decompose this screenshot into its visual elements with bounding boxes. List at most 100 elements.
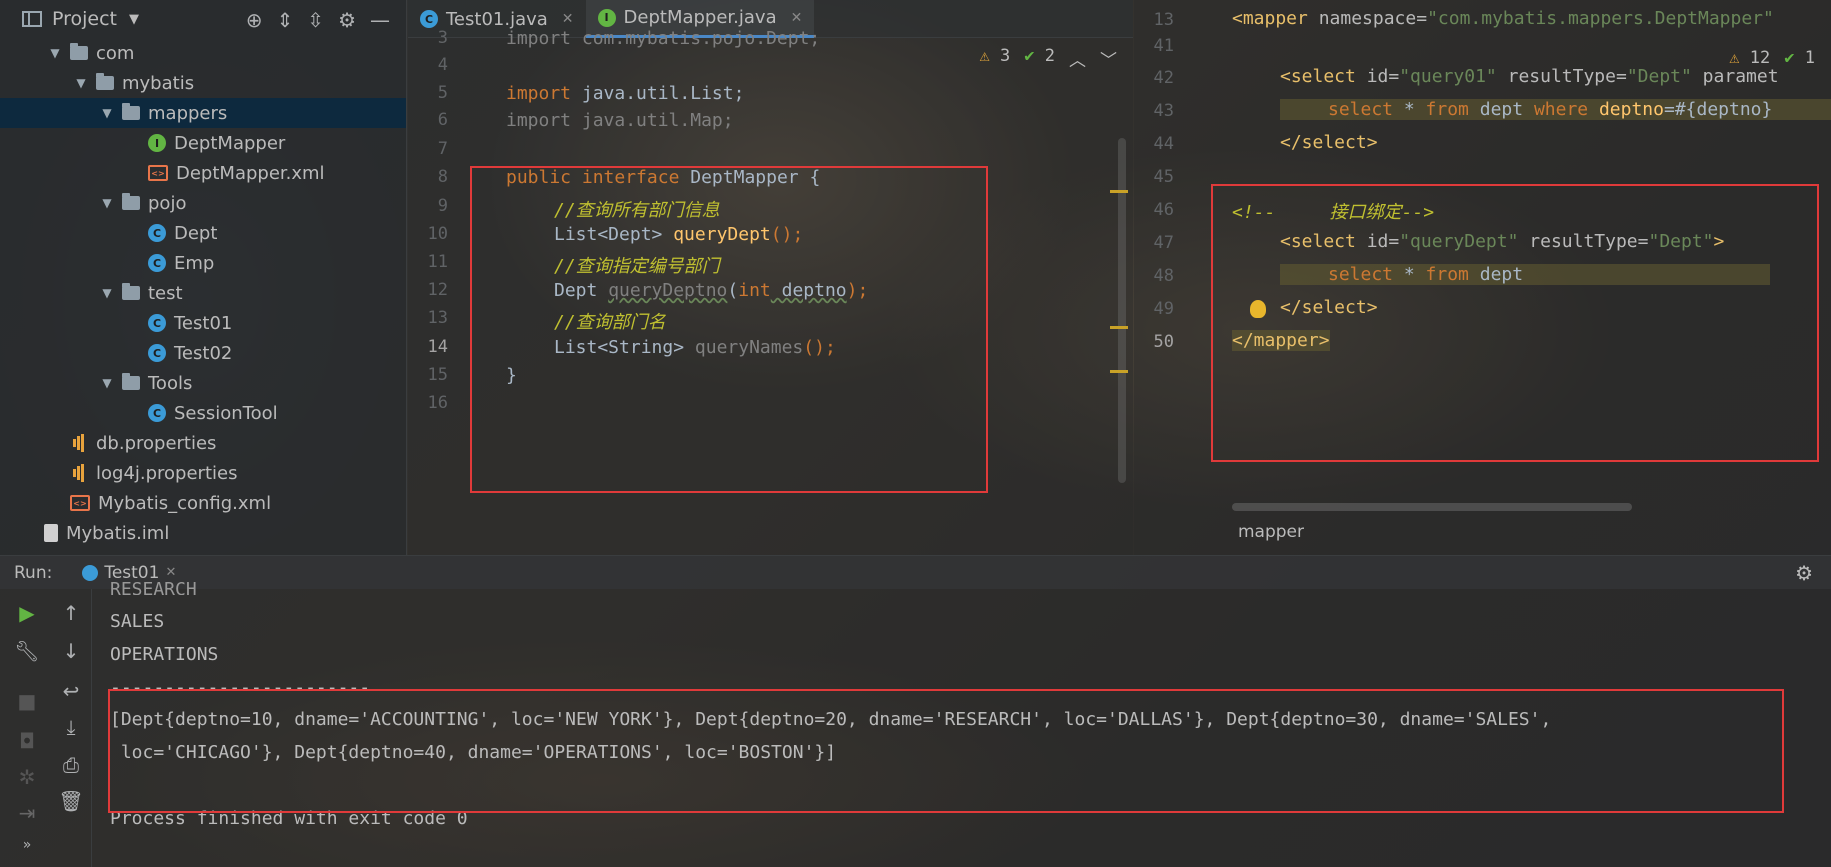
folder-icon	[122, 373, 140, 390]
tree-item-label: Test02	[174, 342, 233, 364]
tab-label: Test01.java	[446, 8, 548, 30]
collapse-all-icon[interactable]: ⇳	[307, 8, 324, 32]
warning-marker[interactable]	[1110, 326, 1128, 329]
arrow-down-icon[interactable]: ↓	[56, 639, 86, 663]
line-number: 43	[1153, 101, 1174, 121]
more-icon[interactable]: »	[12, 837, 42, 853]
tree-item-label: pojo	[148, 192, 187, 214]
close-icon[interactable]: ✕	[165, 565, 176, 580]
gear-icon[interactable]: ⚙	[338, 8, 356, 32]
play-icon[interactable]: ▶	[12, 601, 42, 625]
inspection-widget[interactable]: ⚠ 3 ✔ 2 ︿ ﹀	[980, 46, 1118, 71]
chevron-down-icon[interactable]: ﹀	[1100, 46, 1117, 71]
class-icon: C	[420, 10, 438, 28]
tree-item[interactable]: log4j.properties	[0, 458, 406, 488]
horizontal-scrollbar[interactable]	[1232, 503, 1632, 511]
chevron-down-icon[interactable]: ▼	[74, 76, 88, 90]
close-icon[interactable]: ✕	[791, 10, 803, 26]
line-number: 46	[1153, 200, 1174, 220]
tree-item[interactable]: ▼ Tools	[0, 368, 406, 398]
tree-item[interactable]: ▼ mappers	[0, 98, 406, 128]
run-side-toolbar: ▶ ↑ 🔧︎ ↓ ↩ ■ ⤓ ◘ ⎙ ✲ 🗑︎ ⇥ »	[0, 589, 92, 867]
chevron-up-icon[interactable]: ︿	[1069, 46, 1086, 71]
tree-item[interactable]: C SessionTool	[0, 398, 406, 428]
check-icon: ✔	[1784, 48, 1795, 68]
scroll-to-end-icon[interactable]: ⤓	[56, 715, 86, 739]
chevron-down-icon[interactable]: ▼	[100, 286, 114, 300]
check-count: 1	[1804, 48, 1815, 68]
exit-icon[interactable]: ⇥	[12, 801, 42, 825]
code-line: import java.util.List;	[506, 83, 745, 104]
tree-item[interactable]: ▼ test	[0, 278, 406, 308]
console-line: SALES	[110, 611, 165, 632]
tree-item-label: mappers	[148, 102, 228, 124]
tree-item[interactable]: <> Mybatis_config.xml	[0, 488, 406, 518]
module-file-icon	[44, 524, 58, 542]
print-icon[interactable]: ⎙	[56, 753, 86, 777]
properties-file-icon	[70, 464, 88, 482]
tree-item[interactable]: ▼ pojo	[0, 188, 406, 218]
tree-item[interactable]: C Test01	[0, 308, 406, 338]
line-number: 12	[427, 280, 448, 300]
close-icon[interactable]: ✕	[562, 11, 574, 27]
settings-icon[interactable]: ✲	[12, 765, 42, 789]
folder-icon	[70, 43, 88, 60]
warning-marker[interactable]	[1110, 190, 1128, 193]
run-label: Run:	[14, 562, 53, 583]
chevron-down-icon[interactable]: ▼	[129, 12, 139, 27]
chevron-down-icon[interactable]: ▼	[100, 106, 114, 120]
highlight-box-binding	[1211, 184, 1819, 462]
tree-item[interactable]: I DeptMapper	[0, 128, 406, 158]
folder-icon	[122, 283, 140, 300]
minimize-icon[interactable]: —	[370, 8, 390, 32]
class-icon: C	[148, 344, 166, 362]
class-icon: C	[148, 404, 166, 422]
soft-wrap-icon[interactable]: ↩	[56, 679, 86, 703]
warning-count: 12	[1749, 48, 1771, 68]
line-number: 13	[427, 308, 448, 328]
line-number: 8	[437, 167, 448, 187]
arrow-up-icon[interactable]: ↑	[56, 601, 86, 625]
tree-item[interactable]: C Dept	[0, 218, 406, 248]
interface-icon: I	[597, 8, 616, 27]
code-line: select * from dept where deptno=#{deptno…	[1280, 99, 1831, 120]
tree-item-label: SessionTool	[174, 402, 278, 424]
warning-icon: ⚠	[1729, 48, 1740, 68]
line-number: 15	[427, 365, 448, 385]
camera-icon[interactable]: ◘	[12, 729, 42, 753]
inspection-widget[interactable]: ⚠ 12 ✔ 1	[1729, 48, 1815, 68]
locate-icon[interactable]: ⊕	[246, 8, 263, 32]
run-toolbar: Run: Test01 ✕ ⚙	[0, 555, 1831, 589]
folder-icon	[122, 193, 140, 210]
chevron-down-icon[interactable]: ▼	[48, 46, 62, 60]
tree-item-label: Dept	[174, 222, 218, 244]
trash-icon[interactable]: 🗑︎	[56, 789, 86, 813]
wrench-icon[interactable]: 🔧︎	[12, 639, 42, 663]
stop-icon[interactable]: ■	[12, 689, 42, 713]
chevron-down-icon[interactable]: ▼	[100, 376, 114, 390]
tree-item[interactable]: C Emp	[0, 248, 406, 278]
expand-all-icon[interactable]: ⇕	[277, 8, 294, 32]
class-icon: C	[148, 314, 166, 332]
chevron-down-icon[interactable]: ▼	[100, 196, 114, 210]
gear-icon[interactable]: ⚙	[1795, 561, 1813, 585]
tree-item[interactable]: Mybatis.iml	[0, 518, 406, 548]
interface-icon: I	[148, 134, 166, 152]
tree-item-label: Mybatis_config.xml	[98, 492, 272, 514]
class-icon: C	[148, 224, 166, 242]
tree-item[interactable]: ▼ com	[0, 38, 406, 68]
line-number: 49	[1153, 299, 1174, 319]
warning-marker[interactable]	[1110, 370, 1128, 373]
class-icon: C	[148, 254, 166, 272]
class-icon	[82, 564, 99, 581]
tree-item[interactable]: <> DeptMapper.xml	[0, 158, 406, 188]
tree-item-label: DeptMapper.xml	[176, 162, 325, 184]
tree-item[interactable]: db.properties	[0, 428, 406, 458]
tree-item[interactable]: C Test02	[0, 338, 406, 368]
line-number: 48	[1153, 266, 1174, 286]
tree-item[interactable]: ▼ mybatis	[0, 68, 406, 98]
highlight-box-output	[108, 689, 1784, 813]
tree-item-label: DeptMapper	[174, 132, 286, 154]
xml-file-icon: <>	[70, 495, 90, 511]
breadcrumb[interactable]: mapper	[1238, 522, 1304, 542]
